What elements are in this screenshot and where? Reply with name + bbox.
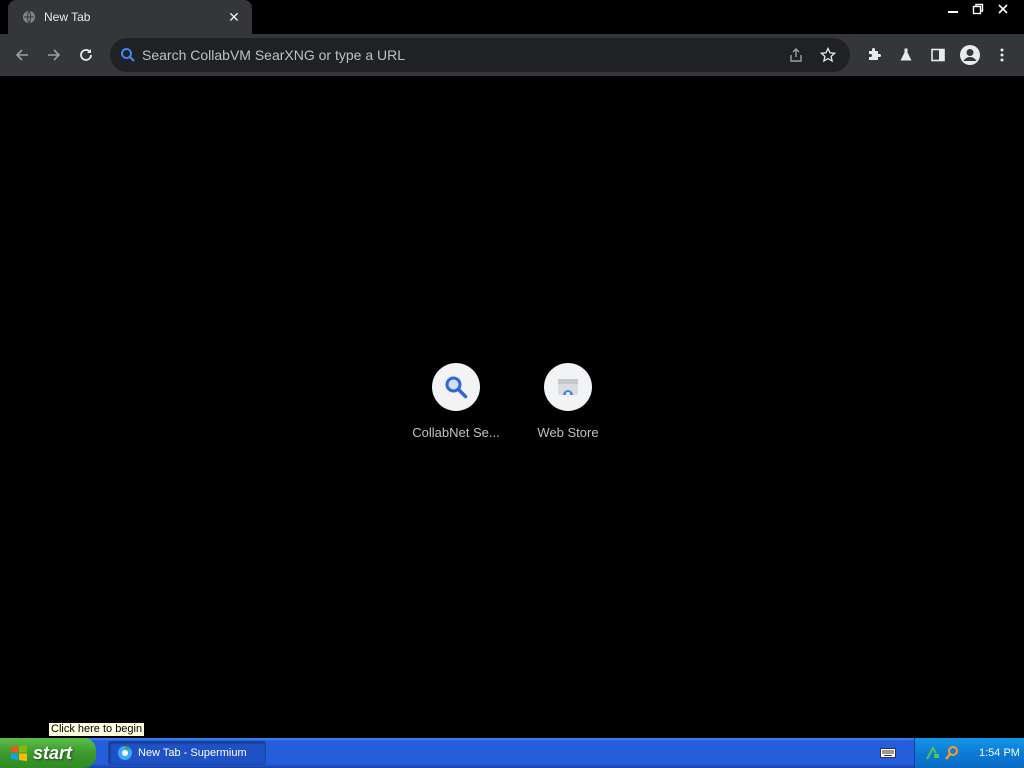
shortcut-collabnet-search[interactable]: CollabNet Se... [400, 363, 512, 440]
globe-icon [22, 10, 36, 24]
omnibox[interactable] [110, 38, 850, 72]
labs-flask-icon[interactable] [890, 39, 922, 71]
extensions-icon[interactable] [858, 39, 890, 71]
system-tray: 1:54 PM [914, 738, 1024, 768]
web-store-icon [544, 363, 592, 411]
browser-toolbar [0, 34, 1024, 76]
reload-icon[interactable] [70, 39, 102, 71]
tab-title: New Tab [44, 10, 91, 24]
restore-icon[interactable] [967, 0, 989, 18]
profile-avatar-icon[interactable] [954, 39, 986, 71]
search-tray-icon[interactable] [944, 745, 960, 761]
start-button[interactable]: start [0, 738, 96, 768]
keyboard-icon[interactable] [880, 747, 896, 759]
start-label: start [33, 742, 73, 763]
back-arrow-icon[interactable] [6, 39, 38, 71]
clock[interactable]: 1:54 PM [979, 747, 1020, 759]
share-icon[interactable] [780, 39, 812, 71]
forward-arrow-icon[interactable] [38, 39, 70, 71]
shortcut-web-store[interactable]: Web Store [512, 363, 624, 440]
shortcut-tiles: CollabNet Se... Web Store [400, 363, 624, 440]
new-tab-page: CollabNet Se... Web Store [0, 76, 1024, 738]
search-icon [118, 45, 138, 65]
toolbar-actions [858, 39, 1018, 71]
omnibox-input[interactable] [142, 47, 780, 63]
shortcut-label: CollabNet Se... [412, 425, 500, 440]
network-icon[interactable] [925, 745, 941, 761]
windows-flag-icon [11, 745, 27, 761]
bookmark-star-icon[interactable] [812, 39, 844, 71]
taskbar-item-label: New Tab - Supermium [138, 747, 247, 759]
side-panel-icon[interactable] [922, 39, 954, 71]
desktop: New Tab ✕ Search CollabVM SearXNG or typ… [0, 0, 1024, 768]
close-window-icon[interactable] [992, 0, 1014, 18]
minimize-icon[interactable] [942, 0, 964, 18]
menu-kebab-icon[interactable] [986, 39, 1018, 71]
taskbar: start New Tab - Supermium 1:54 PM [0, 738, 1024, 768]
tab-new-tab[interactable]: New Tab ✕ [8, 0, 252, 34]
tab-strip: New Tab ✕ [0, 0, 1024, 34]
tab-close-icon[interactable]: ✕ [226, 9, 242, 25]
magnifier-icon [432, 363, 480, 411]
browser-app-icon [118, 746, 132, 760]
shortcut-label: Web Store [537, 425, 599, 440]
window-controls [939, 0, 1014, 18]
start-tooltip: Click here to begin [48, 722, 146, 737]
taskbar-item-browser[interactable]: New Tab - Supermium [108, 741, 266, 765]
